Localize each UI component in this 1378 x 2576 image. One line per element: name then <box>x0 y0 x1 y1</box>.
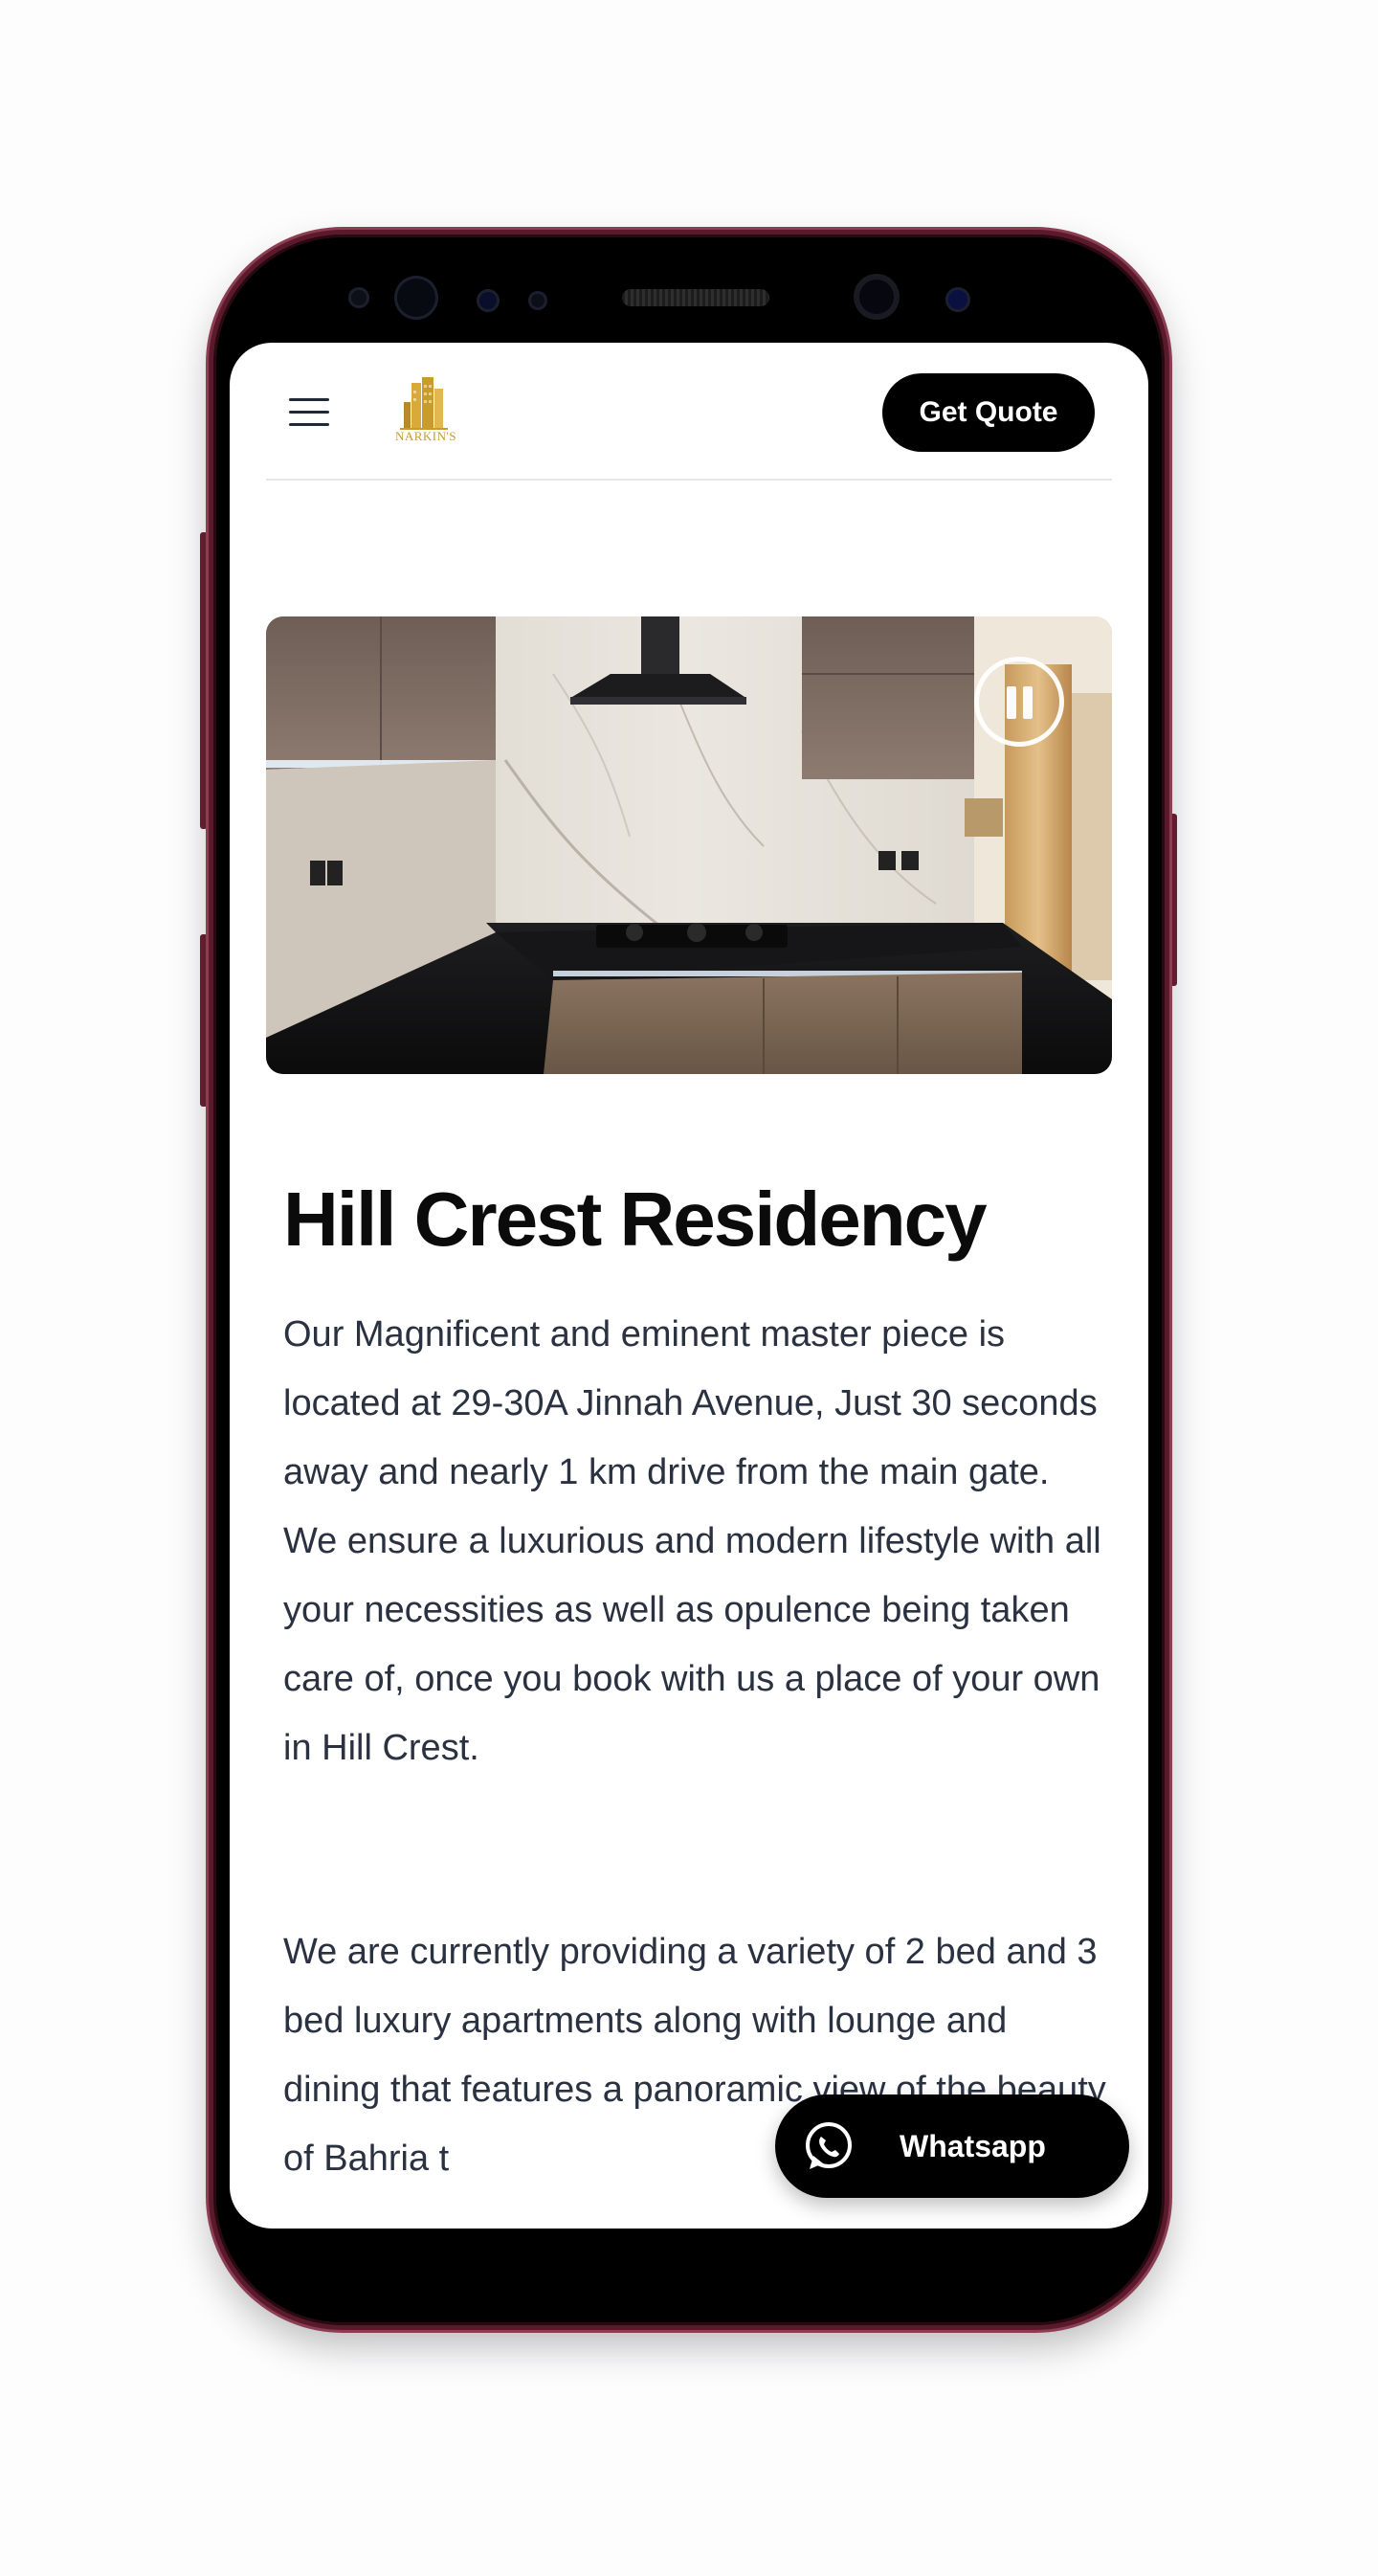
sensor-dot <box>528 291 547 310</box>
intro-paragraph: Our Magnificent and eminent master piece… <box>283 1314 1101 1768</box>
hamburger-menu-icon[interactable] <box>289 398 329 427</box>
power-button <box>1169 814 1177 986</box>
get-quote-button[interactable]: Get Quote <box>882 373 1095 452</box>
proximity-sensor <box>945 287 970 312</box>
iris-sensor <box>394 276 438 320</box>
whatsapp-icon <box>806 2122 852 2169</box>
whatsapp-label: Whatsapp <box>900 2129 1046 2163</box>
earpiece-speaker <box>622 289 769 306</box>
site-header: NARKIN'S Get Quote <box>230 343 1148 481</box>
volume-down-button <box>200 934 208 1107</box>
page-title: Hill Crest Residency <box>283 1176 988 1262</box>
header-divider <box>266 479 1112 481</box>
pause-icon[interactable] <box>974 657 1064 747</box>
front-camera <box>854 274 900 320</box>
phone-screen: NARKIN'S Get Quote Hill Crest Residency … <box>230 343 1148 2229</box>
hero-video[interactable] <box>266 616 1112 1074</box>
sensor-dot <box>348 287 369 308</box>
volume-up-button <box>200 532 208 829</box>
brand-logo[interactable]: NARKIN'S <box>390 375 461 448</box>
building-logo-icon <box>400 377 448 430</box>
whatsapp-button[interactable]: Whatsapp <box>775 2094 1129 2198</box>
logo-text: NARKIN'S <box>394 429 457 443</box>
sensor-dot <box>477 289 500 312</box>
